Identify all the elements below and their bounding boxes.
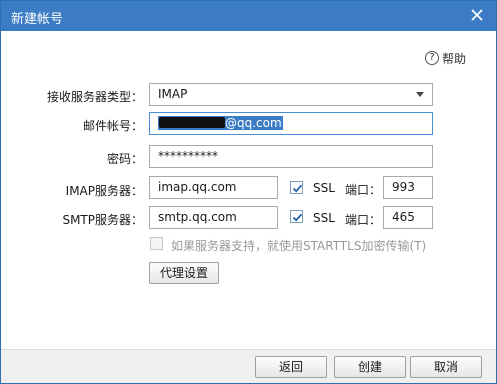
smtp-ssl-checkbox[interactable] <box>290 210 303 223</box>
starttls-checkbox[interactable] <box>150 237 163 250</box>
account-label: 邮件帐号： <box>82 119 143 133</box>
smtp-ssl-label: SSL <box>313 211 335 225</box>
smtp-port-label: 端口： <box>345 213 382 227</box>
help-link[interactable]: ? 帮助 <box>424 49 466 67</box>
dialog-footer: 返回 创建 取消 <box>1 349 496 383</box>
smtp-server-input[interactable]: smtp.qq.com <box>149 206 278 229</box>
imap-port-input[interactable]: 993 <box>383 176 433 199</box>
smtp-port-value: 465 <box>392 210 415 224</box>
starttls-label: 如果服务器支持，就使用STARTTLS加密传输(T) <box>171 239 427 253</box>
imap-server-label: IMAP服务器： <box>65 184 143 198</box>
imap-server-value: imap.qq.com <box>158 180 237 194</box>
create-button[interactable]: 创建 <box>334 356 406 378</box>
cancel-button[interactable]: 取消 <box>410 356 482 378</box>
imap-port-value: 993 <box>392 180 415 194</box>
account-selected-text: @qq.com <box>158 116 283 130</box>
receive-type-label: 接收服务器类型： <box>46 90 143 104</box>
imap-server-input[interactable]: imap.qq.com <box>149 176 278 199</box>
receive-type-value: IMAP <box>158 87 188 101</box>
proxy-settings-button[interactable]: 代理设置 <box>149 262 219 284</box>
dialog-title: 新建帐号 <box>11 12 64 27</box>
password-label: 密码： <box>106 152 143 166</box>
help-circle-icon: ? <box>424 51 439 65</box>
help-label: 帮助 <box>441 51 466 66</box>
back-button[interactable]: 返回 <box>255 356 327 378</box>
imap-ssl-label: SSL <box>313 181 335 195</box>
checkmark-icon <box>292 184 303 193</box>
smtp-port-input[interactable]: 465 <box>383 206 433 229</box>
smtp-server-value: smtp.qq.com <box>158 210 237 224</box>
account-input[interactable]: @qq.com <box>149 112 433 135</box>
password-value: ********** <box>158 149 218 163</box>
new-account-dialog: 新建帐号 ? 帮助 接收服务器类型： IMAP 邮件帐号： @qq.com 密码… <box>0 0 497 384</box>
chevron-down-icon <box>416 92 424 97</box>
imap-port-label: 端口： <box>345 183 382 197</box>
receive-type-select[interactable]: IMAP <box>149 83 433 106</box>
smtp-server-label: SMTP服务器： <box>62 213 143 227</box>
title-bar: 新建帐号 <box>1 1 496 31</box>
password-input[interactable]: ********** <box>149 145 433 168</box>
account-value: @qq.com <box>225 116 282 130</box>
close-icon[interactable] <box>468 6 486 24</box>
redaction-mark <box>159 117 225 128</box>
imap-ssl-checkbox[interactable] <box>290 181 303 194</box>
checkmark-icon <box>292 213 303 222</box>
